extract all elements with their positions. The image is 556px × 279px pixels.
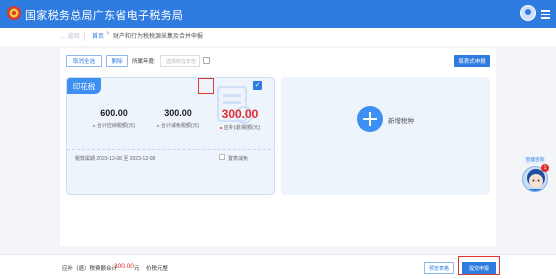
cancel-select-all-button[interactable]: 取消全选 bbox=[66, 55, 102, 67]
add-tax-card[interactable]: 新增税种 bbox=[281, 77, 490, 195]
top-header-bar: 国家税务总局广东省电子税务局 bbox=[0, 0, 556, 28]
tax-period: 税款属期 2023-12-08 至 2023-12-08 bbox=[75, 156, 156, 162]
assistant-label[interactable]: 智能咨询 bbox=[524, 156, 546, 164]
year-label: 所属年度: bbox=[132, 59, 156, 65]
site-title: 国家税务总局广东省电子税务局 bbox=[25, 10, 184, 22]
main-panel: 取消全选 删除 所属年度: 选择所在年份 填表式申报 印花税 ✓ 600.00 … bbox=[60, 48, 496, 246]
breadcrumb: ← 返回 首页 > 财产和行为税税源采集及合并申报 bbox=[0, 28, 556, 46]
total-due-amount: 300.00 bbox=[114, 263, 134, 270]
total-payable-stat: 600.00 合计应纳税额(元) bbox=[81, 108, 147, 129]
total-due-label: 应补（退）税费额合计 bbox=[62, 266, 118, 272]
delete-button[interactable]: 删除 bbox=[106, 55, 128, 67]
bullet-dot bbox=[156, 124, 159, 127]
year-input[interactable]: 选择所在年份 bbox=[160, 55, 200, 67]
due-refund-value: 300.00 bbox=[221, 107, 259, 121]
total-relief-label: 合计减免税额(元) bbox=[145, 122, 211, 129]
highlight-checkbox-box bbox=[198, 78, 214, 94]
total-due-unit: 元 bbox=[134, 266, 140, 272]
tax-card-stamp-duty[interactable]: 印花税 ✓ 600.00 合计应纳税额(元) 300.00 合计减免税额(元) … bbox=[66, 77, 275, 195]
breadcrumb-divider bbox=[84, 32, 85, 41]
add-tax-label: 新增税种 bbox=[388, 118, 414, 125]
back-button[interactable]: ← 返回 bbox=[60, 31, 80, 40]
menu-icon[interactable] bbox=[541, 10, 550, 19]
bullet-dot bbox=[219, 126, 222, 129]
breadcrumb-arrow: > bbox=[106, 31, 110, 37]
card-divider bbox=[67, 149, 274, 150]
notification-badge: 1 bbox=[541, 164, 549, 172]
due-refund-label: 应补(退)税额(元) bbox=[207, 124, 273, 131]
tax-name-tag: 印花税 bbox=[67, 78, 101, 94]
plus-icon[interactable] bbox=[357, 106, 383, 132]
relief-checkbox[interactable] bbox=[219, 154, 225, 160]
calendar-icon[interactable] bbox=[203, 57, 210, 64]
breadcrumb-home-link[interactable]: 首页 bbox=[92, 31, 104, 40]
highlight-submit-box bbox=[458, 256, 500, 275]
card-select-checkbox[interactable]: ✓ bbox=[253, 81, 262, 90]
quick-declare-button[interactable]: 填表式申报 bbox=[454, 55, 490, 67]
relief-label: 置表减免 bbox=[228, 156, 249, 162]
user-avatar-icon[interactable] bbox=[520, 5, 536, 21]
preview-form-button[interactable]: 预览表格 bbox=[424, 262, 454, 274]
bullet-dot bbox=[92, 124, 95, 127]
total-payable-value: 600.00 bbox=[100, 108, 128, 118]
tax-amount-label: 价税元整 bbox=[146, 266, 169, 272]
total-relief-stat: 300.00 合计减免税额(元) bbox=[145, 108, 211, 129]
total-payable-label: 合计应纳税额(元) bbox=[81, 122, 147, 129]
breadcrumb-current: 财产和行为税税源采集及合并申报 bbox=[113, 34, 204, 40]
total-relief-value: 300.00 bbox=[164, 108, 192, 118]
tax-emblem-icon bbox=[7, 6, 21, 20]
due-refund-stat: 300.00 应补(退)税额(元) bbox=[207, 107, 273, 131]
